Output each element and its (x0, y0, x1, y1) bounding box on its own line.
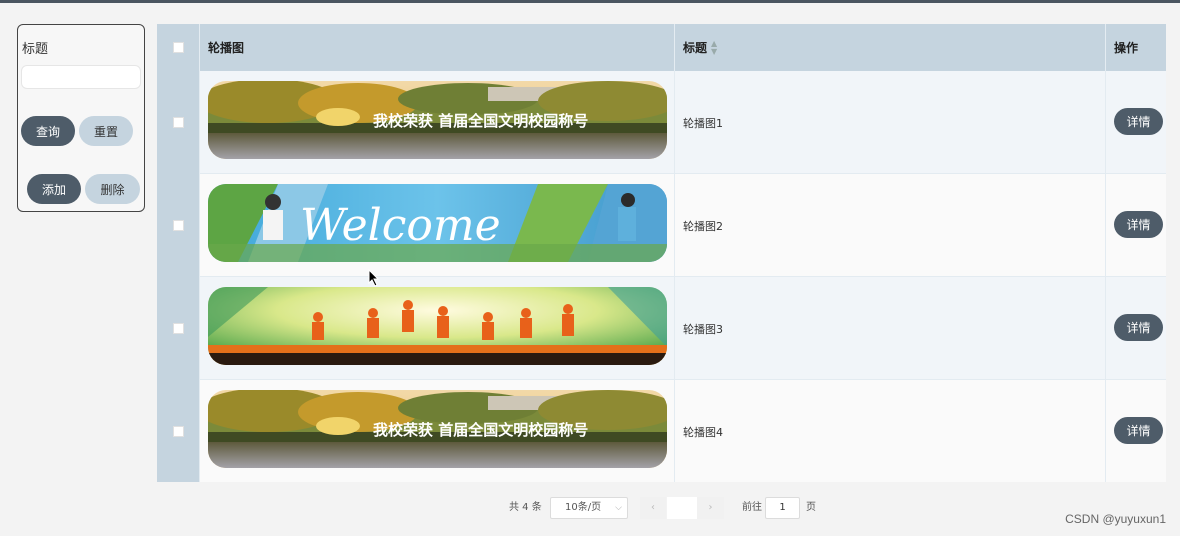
row-title: 轮播图2 (674, 174, 1105, 277)
select-all-checkbox[interactable] (172, 42, 184, 53)
jumping-people-banner-image (208, 287, 667, 365)
welcome-banner-text: Welcome (300, 200, 501, 251)
header-select-all (157, 24, 199, 71)
header-image: 轮播图 (199, 24, 674, 71)
mouse-cursor-icon (368, 269, 380, 287)
row-select-cell (157, 71, 199, 174)
pagination-total: 共 4 条 (509, 502, 542, 513)
query-button[interactable]: 查询 (21, 116, 75, 146)
banner-cell: 我校荣获 首届全国文明校园称号 (199, 71, 674, 174)
detail-button[interactable]: 详情 (1114, 108, 1163, 135)
row-select-cell (157, 277, 199, 380)
welcome-banner-image: Welcome (208, 184, 667, 262)
row-title: 轮播图4 (674, 380, 1105, 482)
chevron-right-icon: › (708, 502, 713, 513)
banner-cell (199, 277, 674, 380)
delete-button[interactable]: 删除 (85, 174, 140, 204)
detail-button[interactable]: 详情 (1114, 314, 1163, 341)
goto-page-input[interactable]: 1 (765, 497, 800, 519)
campus-banner-image: 我校荣获 首届全国文明校园称号 (208, 390, 667, 468)
action-cell: 详情 (1105, 380, 1166, 482)
add-button[interactable]: 添加 (27, 174, 81, 204)
banner-table: 轮播图 标题 ▲ ▼ 操作 我校荣获 首届全国文明校园称号 轮播图1 详情 We… (157, 24, 1166, 482)
detail-button[interactable]: 详情 (1114, 211, 1163, 238)
row-title: 轮播图3 (674, 277, 1105, 380)
table-row: 我校荣获 首届全国文明校园称号 轮播图1 详情 (157, 71, 1166, 174)
row-title: 轮播图1 (674, 71, 1105, 174)
header-action-label: 操作 (1114, 41, 1139, 55)
next-page-button[interactable]: › (697, 497, 724, 519)
header-action: 操作 (1105, 24, 1166, 71)
row-checkbox[interactable] (172, 426, 184, 437)
action-cell: 详情 (1105, 71, 1166, 174)
chevron-down-icon: ⌵ (615, 503, 622, 513)
table-row: 我校荣获 首届全国文明校园称号 轮播图4 详情 (157, 380, 1166, 482)
table-row: 轮播图3 详情 (157, 277, 1166, 380)
action-cell: 详情 (1105, 277, 1166, 380)
campus-banner-text: 我校荣获 首届全国文明校园称号 (373, 112, 588, 130)
page-size-value: 10条/页 (565, 502, 602, 513)
watermark: CSDN @yuyuxun1 (1065, 512, 1166, 526)
goto-label: 前往 (742, 502, 762, 513)
table-header: 轮播图 标题 ▲ ▼ 操作 (157, 24, 1166, 71)
row-checkbox[interactable] (172, 220, 184, 231)
row-select-cell (157, 174, 199, 277)
campus-banner-image: 我校荣获 首届全国文明校园称号 (208, 81, 667, 159)
row-checkbox[interactable] (172, 117, 184, 128)
banner-cell: Welcome (199, 174, 674, 277)
page-size-select[interactable]: 10条/页 ⌵ (550, 497, 628, 519)
chevron-left-icon: ‹ (651, 502, 655, 513)
sort-icon[interactable]: ▲ ▼ (711, 39, 717, 56)
page-suffix-label: 页 (806, 502, 816, 513)
row-checkbox[interactable] (172, 323, 184, 334)
campus-banner-text: 我校荣获 首届全国文明校园称号 (373, 421, 588, 439)
page-number-list[interactable] (667, 497, 697, 519)
header-title[interactable]: 标题 ▲ ▼ (674, 24, 1105, 71)
search-panel: 标题 查询 重置 添加 删除 (17, 24, 145, 212)
title-filter-label: 标题 (22, 41, 49, 56)
banner-cell: 我校荣获 首届全国文明校园称号 (199, 380, 674, 482)
reset-button[interactable]: 重置 (79, 116, 133, 146)
prev-page-button[interactable]: ‹ (640, 497, 666, 519)
header-image-label: 轮播图 (208, 41, 245, 55)
title-search-input[interactable] (21, 65, 141, 89)
detail-button[interactable]: 详情 (1114, 417, 1163, 444)
top-border (0, 0, 1180, 3)
action-cell: 详情 (1105, 174, 1166, 277)
header-title-label: 标题 (683, 41, 708, 55)
table-row: Welcome 轮播图2 详情 (157, 174, 1166, 277)
row-select-cell (157, 380, 199, 482)
